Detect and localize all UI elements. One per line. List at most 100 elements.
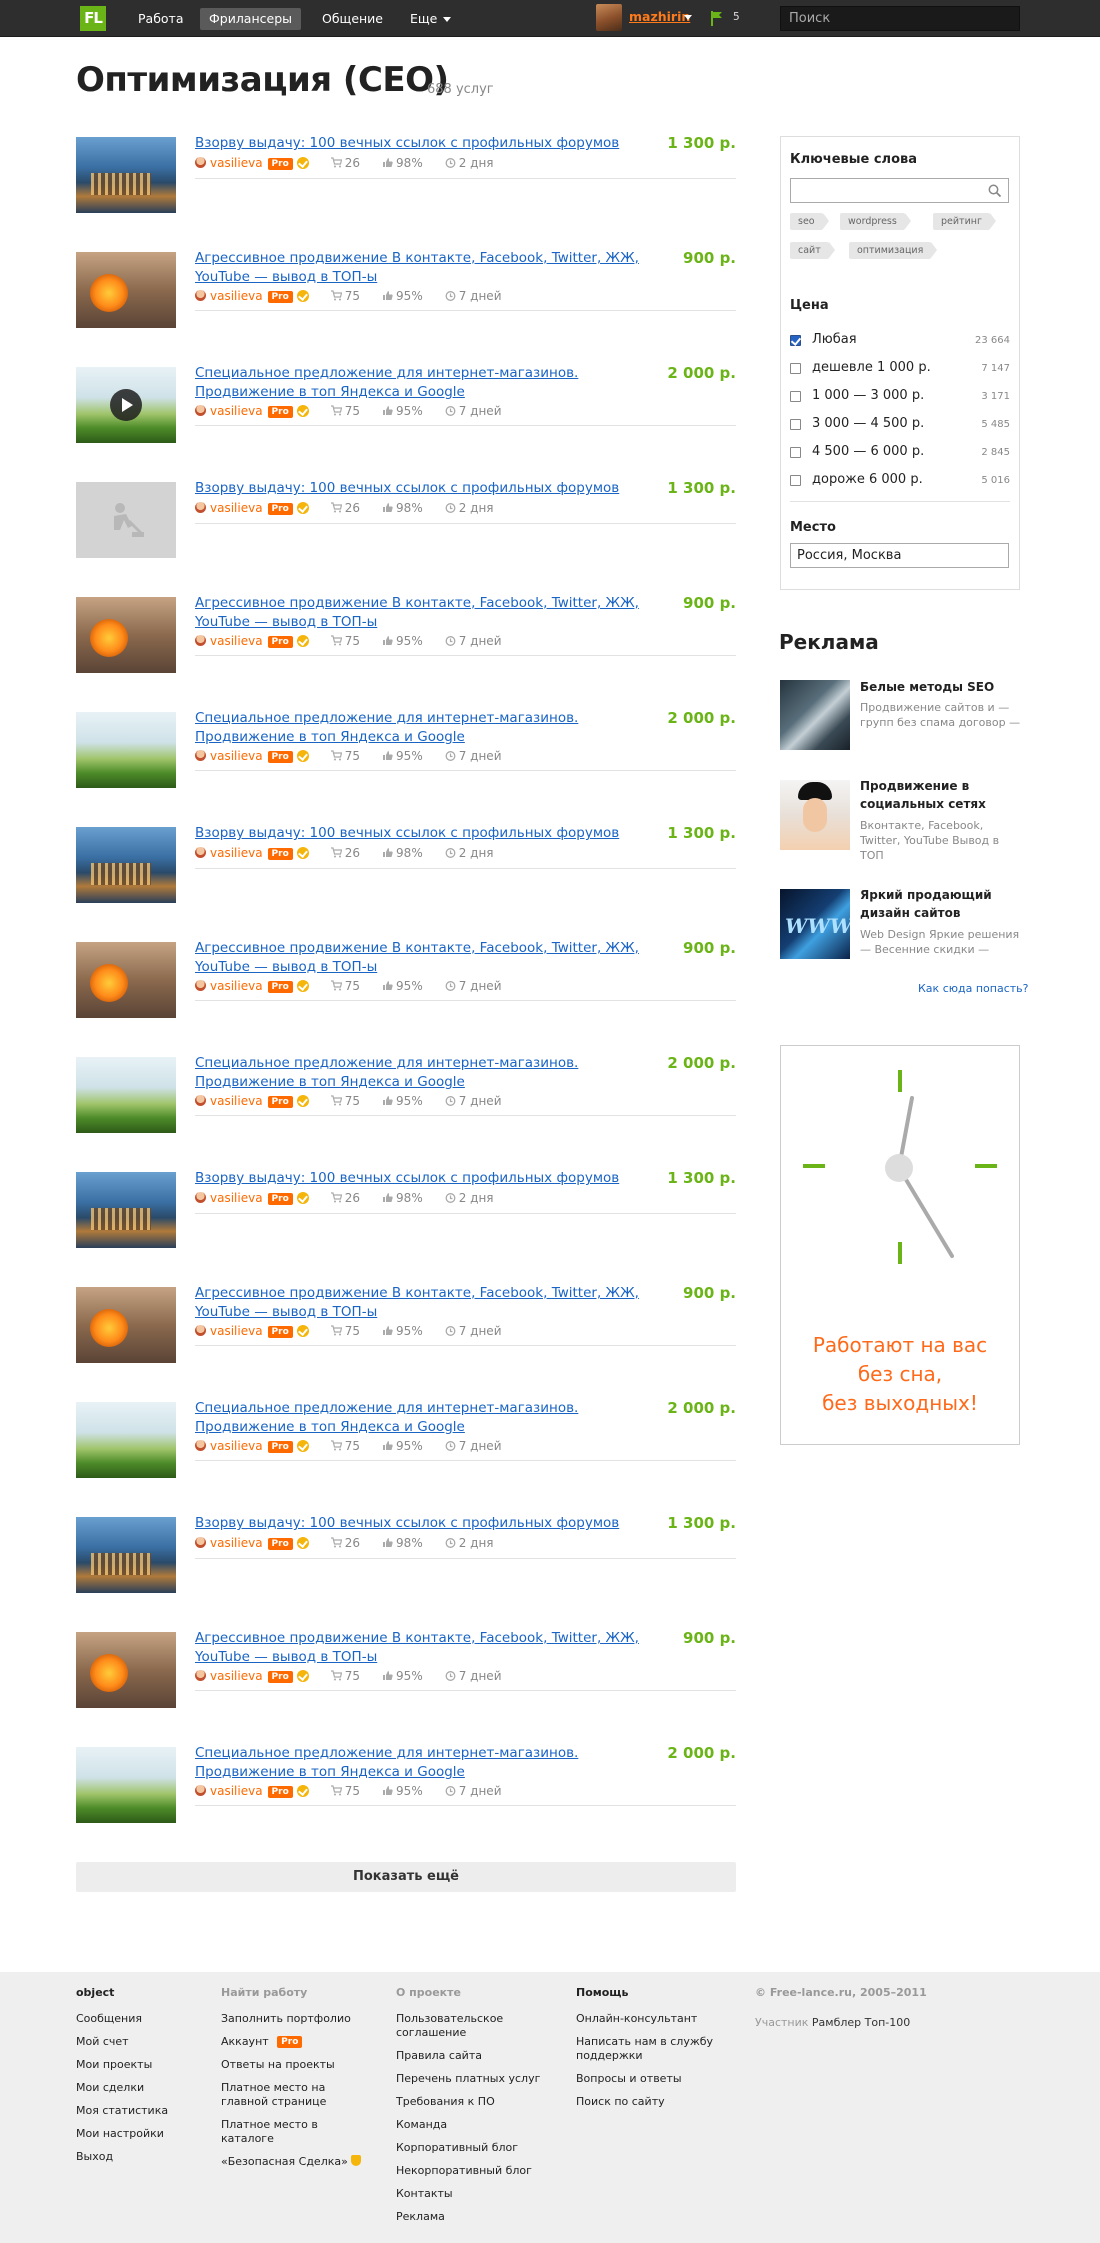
user-mini-avatar[interactable] <box>195 157 206 168</box>
service-title-link[interactable]: Агрессивное продвижение В контакте, Face… <box>195 1629 645 1667</box>
service-title-link[interactable]: Специальное предложение для интернет-маг… <box>195 709 645 747</box>
ad-image-design[interactable]: WWW <box>780 889 850 959</box>
service-title-link[interactable]: Взорву выдачу: 100 вечных ссылок с профи… <box>195 824 645 843</box>
service-title-link[interactable]: Взорву выдачу: 100 вечных ссылок с профи… <box>195 1169 645 1188</box>
nav-more[interactable]: Еще <box>401 8 460 30</box>
footer-link[interactable]: Пользовательское соглашение <box>396 2012 546 2040</box>
footer-link[interactable]: Написать нам в службу поддержки <box>576 2035 716 2063</box>
service-thumbnail[interactable] <box>76 1057 176 1133</box>
service-thumbnail[interactable] <box>76 1287 176 1363</box>
price-option[interactable]: дороже 6 000 р. 5 016 <box>790 472 1010 490</box>
footer-link[interactable]: Мои настройки <box>76 2127 196 2141</box>
footer-link-label[interactable]: Выход <box>76 2150 113 2163</box>
footer-link-label[interactable]: Онлайн-консультант <box>576 2012 697 2025</box>
price-checkbox[interactable] <box>790 447 801 458</box>
footer-link[interactable]: Команда <box>396 2118 546 2132</box>
user-mini-avatar[interactable] <box>195 502 206 513</box>
footer-link-label[interactable]: Моя статистика <box>76 2104 168 2117</box>
footer-link-label[interactable]: Правила сайта <box>396 2049 482 2062</box>
footer-link[interactable]: Правила сайта <box>396 2049 546 2063</box>
service-thumbnail[interactable] <box>76 597 176 673</box>
footer-link-label[interactable]: Контакты <box>396 2187 453 2200</box>
flag-icon[interactable] <box>710 10 724 26</box>
ad-title[interactable]: Продвижение в социальных сетях <box>860 777 1020 813</box>
service-title-link[interactable]: Специальное предложение для интернет-маг… <box>195 1054 645 1092</box>
footer-link[interactable]: Ответы на проекты <box>221 2058 371 2072</box>
footer-link-label[interactable]: Мои настройки <box>76 2127 164 2140</box>
footer-link[interactable]: «Безопасная Сделка» <box>221 2155 371 2169</box>
service-title-link[interactable]: Агрессивное продвижение В контакте, Face… <box>195 1284 645 1322</box>
service-title-link[interactable]: Специальное предложение для интернет-маг… <box>195 364 645 402</box>
search-icon[interactable] <box>988 184 1002 198</box>
user-mini-avatar[interactable] <box>195 1325 206 1336</box>
footer-link-label[interactable]: Команда <box>396 2118 447 2131</box>
user-mini-avatar[interactable] <box>195 1670 206 1681</box>
nav-community[interactable]: Общение <box>313 8 392 30</box>
price-checkbox[interactable] <box>790 335 801 346</box>
service-thumbnail[interactable] <box>76 252 176 328</box>
ad-image-social[interactable] <box>780 780 850 850</box>
footer-link[interactable]: Перечень платных услуг <box>396 2072 546 2086</box>
user-mini-avatar[interactable] <box>195 1095 206 1106</box>
footer-link[interactable]: Мои сделки <box>76 2081 196 2095</box>
footer-link[interactable]: Реклама <box>396 2210 546 2224</box>
ad-title[interactable]: Белые методы SEO <box>860 678 1020 696</box>
user-name-link[interactable]: mazhirin <box>629 9 690 24</box>
footer-link-label[interactable]: Пользовательское соглашение <box>396 2012 503 2039</box>
footer-link[interactable]: Корпоративный блог <box>396 2141 546 2155</box>
site-logo[interactable]: FL <box>80 6 106 31</box>
seller-name-link[interactable]: vasilieva <box>210 634 263 648</box>
user-mini-avatar[interactable] <box>195 1537 206 1548</box>
footer-link-label[interactable]: Мой счет <box>76 2035 129 2048</box>
service-thumbnail[interactable] <box>76 1747 176 1823</box>
service-thumbnail[interactable] <box>76 712 176 788</box>
seller-name-link[interactable]: vasilieva <box>210 1536 263 1550</box>
user-mini-avatar[interactable] <box>195 290 206 301</box>
seller-name-link[interactable]: vasilieva <box>210 1439 263 1453</box>
footer-link-label[interactable]: Мои сделки <box>76 2081 144 2094</box>
seller-name-link[interactable]: vasilieva <box>210 1191 263 1205</box>
price-checkbox[interactable] <box>790 419 801 430</box>
service-thumbnail[interactable] <box>76 367 176 443</box>
service-thumbnail[interactable] <box>76 137 176 213</box>
user-avatar[interactable] <box>596 4 622 31</box>
footer-link[interactable]: Мои проекты <box>76 2058 196 2072</box>
seller-name-link[interactable]: vasilieva <box>210 1784 263 1798</box>
seller-name-link[interactable]: vasilieva <box>210 846 263 860</box>
tag-seo[interactable]: seo <box>790 213 829 230</box>
nav-work[interactable]: Работа <box>129 8 193 30</box>
footer-link[interactable]: Заполнить портфолио <box>221 2012 371 2026</box>
play-icon[interactable] <box>110 389 142 421</box>
footer-link-label[interactable]: Сообщения <box>76 2012 142 2025</box>
tag-wordpress[interactable]: wordpress <box>840 213 911 230</box>
footer-link-label[interactable]: Написать нам в службу поддержки <box>576 2035 713 2062</box>
service-thumbnail[interactable] <box>76 1632 176 1708</box>
promo-banner[interactable]: Работают на вас без сна, без выходных! <box>780 1045 1020 1445</box>
user-mini-avatar[interactable] <box>195 1192 206 1203</box>
footer-link-label[interactable]: Реклама <box>396 2210 445 2223</box>
footer-link[interactable]: Контакты <box>396 2187 546 2201</box>
footer-link[interactable]: Вопросы и ответы <box>576 2072 716 2086</box>
user-menu-chevron-icon[interactable] <box>684 15 692 20</box>
footer-link-label[interactable]: Поиск по сайту <box>576 2095 665 2108</box>
search-input[interactable]: Поиск <box>780 6 1020 31</box>
footer-link[interactable]: Мой счет <box>76 2035 196 2049</box>
footer-link-label[interactable]: Требования к ПО <box>396 2095 495 2108</box>
footer-link[interactable]: Сообщения <box>76 2012 196 2026</box>
service-title-link[interactable]: Специальное предложение для интернет-маг… <box>195 1744 645 1782</box>
price-option-label[interactable]: 4 500 — 6 000 р. <box>812 444 924 459</box>
footer-link[interactable]: Платное место на главной странице <box>221 2081 371 2109</box>
price-option[interactable]: 4 500 — 6 000 р. 2 845 <box>790 444 1010 462</box>
service-title-link[interactable]: Взорву выдачу: 100 вечных ссылок с профи… <box>195 1514 645 1533</box>
footer-link-label[interactable]: Вопросы и ответы <box>576 2072 682 2085</box>
price-option[interactable]: 1 000 — 3 000 р. 3 171 <box>790 388 1010 406</box>
user-mini-avatar[interactable] <box>195 405 206 416</box>
price-checkbox[interactable] <box>790 391 801 402</box>
nav-freelancers[interactable]: Фрилансеры <box>200 8 302 30</box>
price-option-label[interactable]: 1 000 — 3 000 р. <box>812 388 924 403</box>
user-mini-avatar[interactable] <box>195 750 206 761</box>
footer-link-label[interactable]: Ответы на проекты <box>221 2058 335 2071</box>
user-mini-avatar[interactable] <box>195 1440 206 1451</box>
tag-site[interactable]: сайт <box>790 242 835 259</box>
tag-optimization[interactable]: оптимизация <box>849 242 938 259</box>
